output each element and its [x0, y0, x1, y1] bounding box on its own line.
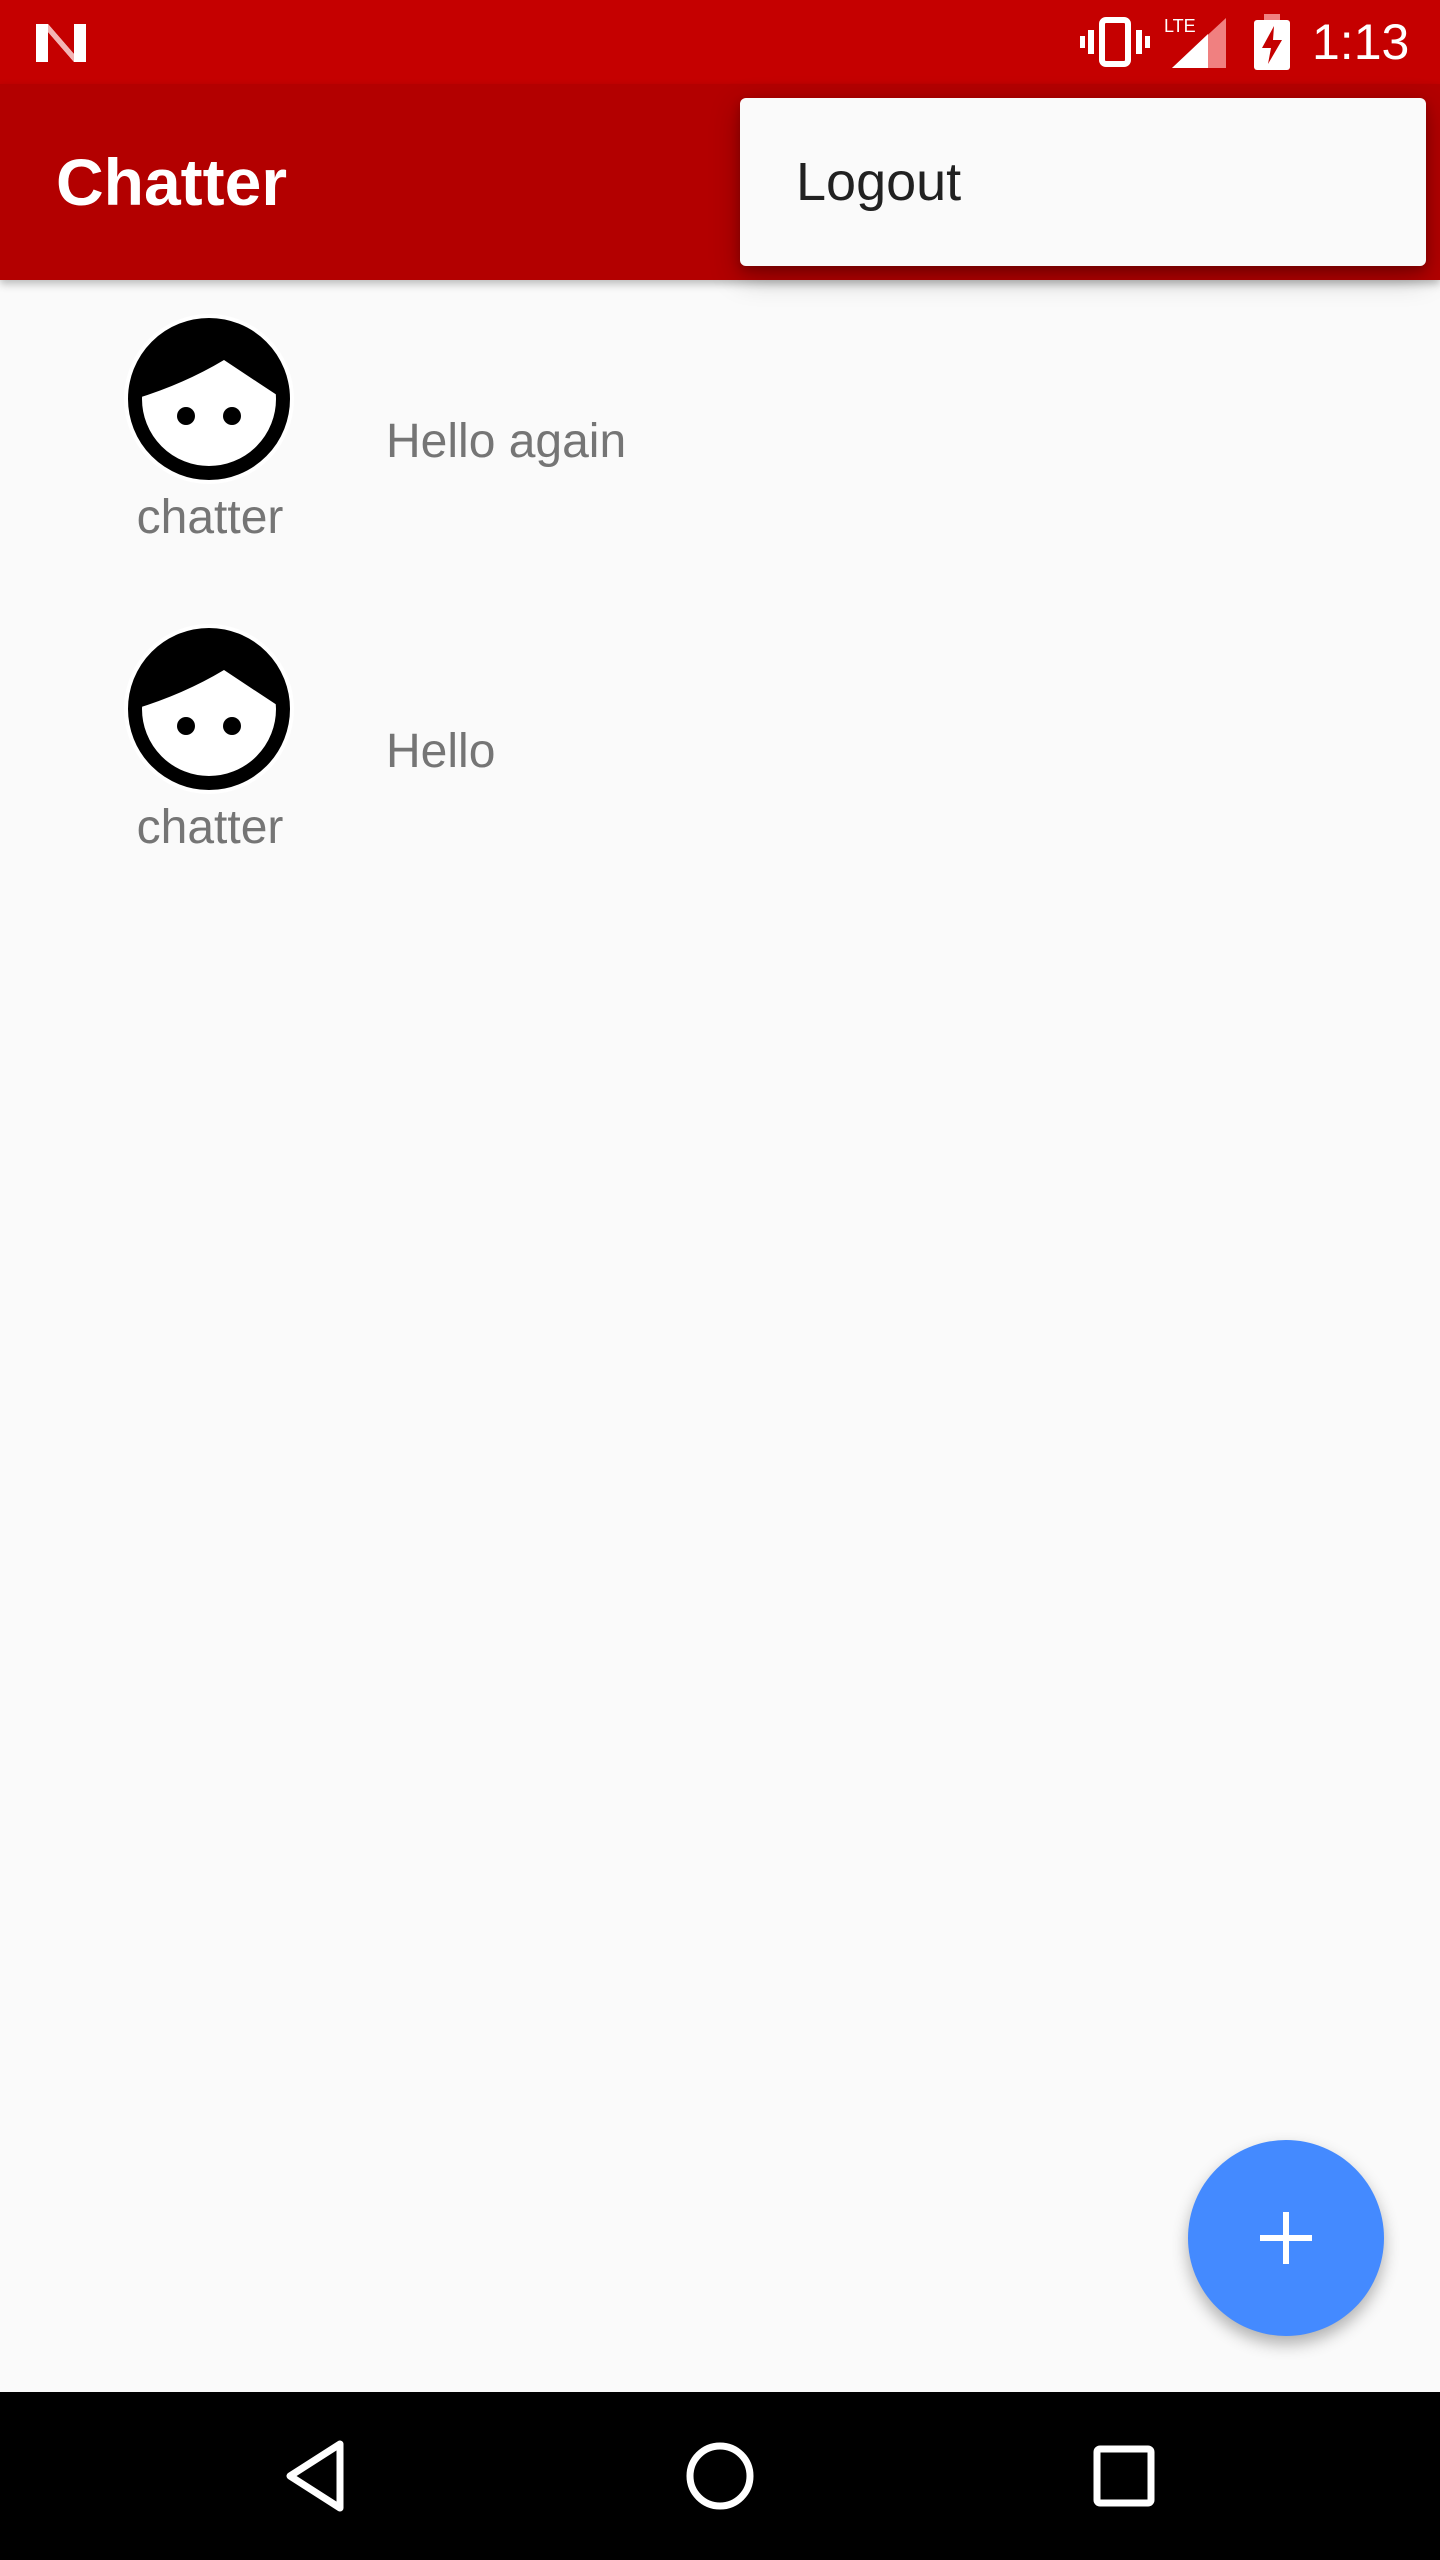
back-icon	[286, 2440, 344, 2512]
status-bar: LTE 1:13	[0, 0, 1440, 84]
recents-button[interactable]	[1074, 2426, 1174, 2526]
notification-n-icon	[36, 24, 86, 62]
vibrate-icon	[1080, 17, 1150, 67]
app-title: Chatter	[56, 145, 288, 219]
navigation-bar	[0, 2392, 1440, 2560]
recents-icon	[1093, 2445, 1155, 2507]
back-button[interactable]	[268, 2426, 368, 2526]
add-message-button[interactable]	[1188, 2140, 1384, 2336]
list-item[interactable]: chatter Hello again	[0, 280, 1440, 590]
face-icon	[128, 628, 290, 790]
lte-signal-icon: LTE	[1164, 16, 1226, 68]
message-author: chatter	[136, 801, 284, 854]
clock-time: 1:13	[1312, 14, 1410, 70]
svg-text:LTE: LTE	[1164, 16, 1196, 36]
message-list: chatter Hello again chatter Hello	[0, 280, 1440, 900]
avatar	[124, 314, 294, 484]
message-text: Hello again	[386, 415, 627, 468]
message-text: Hello	[386, 725, 496, 778]
battery-charging-icon	[1254, 14, 1290, 70]
message-author: chatter	[136, 491, 284, 544]
home-button[interactable]	[670, 2426, 770, 2526]
plus-icon	[1260, 2212, 1312, 2264]
home-icon	[686, 2442, 754, 2510]
menu-item-logout-label: Logout	[796, 152, 962, 212]
menu-item-logout[interactable]: Logout	[740, 98, 1426, 266]
avatar	[124, 624, 294, 794]
overflow-menu: Logout	[740, 98, 1426, 266]
list-item[interactable]: chatter Hello	[0, 590, 1440, 900]
face-icon	[128, 318, 290, 480]
